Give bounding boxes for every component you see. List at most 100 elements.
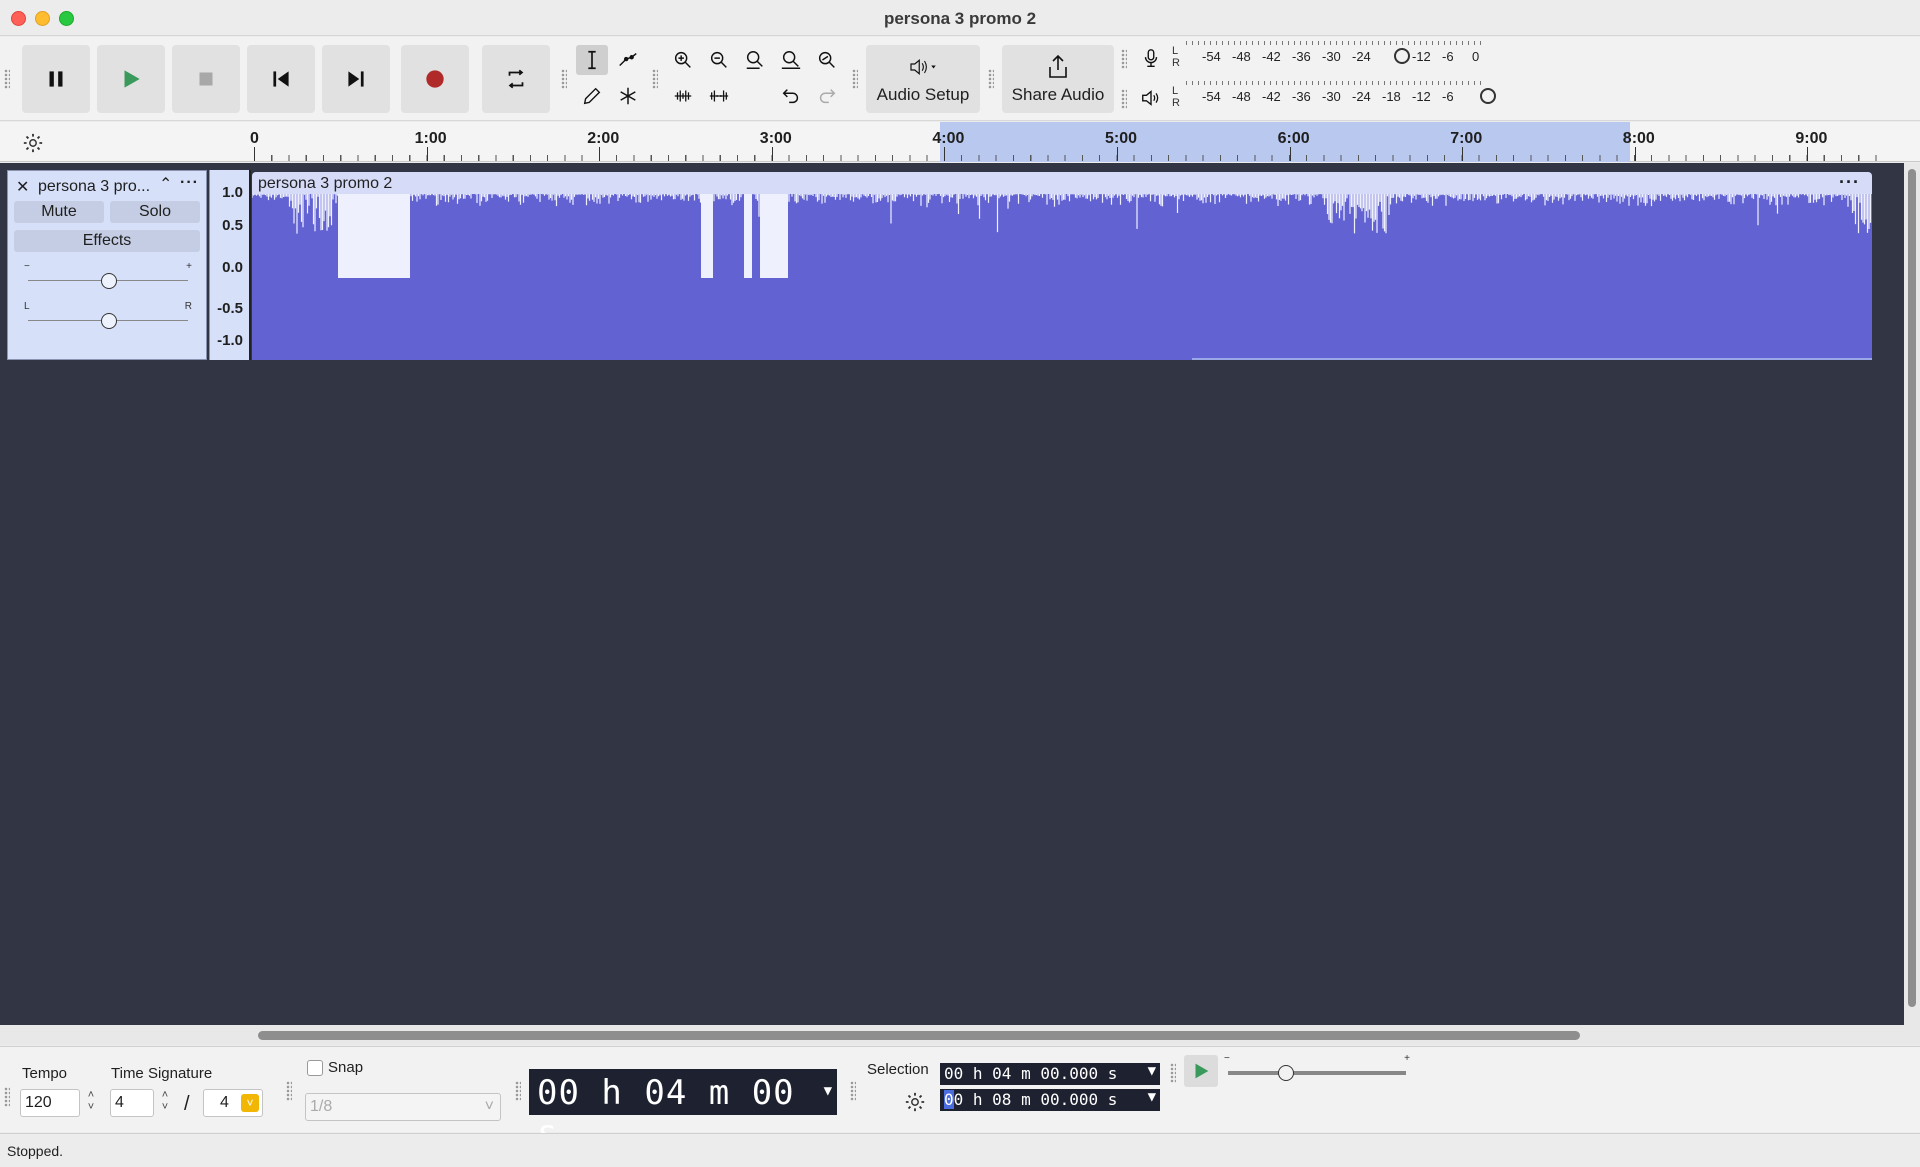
toolbar-grip[interactable] [4, 1087, 10, 1107]
toolbar-grip[interactable] [852, 69, 858, 89]
pause-button[interactable] [22, 45, 90, 113]
draw-tool[interactable] [576, 81, 608, 111]
skip-to-start-button[interactable] [247, 45, 315, 113]
time-display[interactable]: 00 h 04 m 00 s ▼ [529, 1069, 837, 1153]
tempo-field[interactable]: 120 [20, 1089, 80, 1117]
fit-project-button[interactable] [775, 45, 807, 75]
playback-meter[interactable]: LR -54 -48 -42 -36 -30 -24 -18 -12 -6 [1172, 81, 1502, 111]
mute-button[interactable]: Mute [14, 201, 104, 223]
waveform[interactable] [252, 194, 1872, 360]
horizontal-scrollbar[interactable] [0, 1025, 1920, 1045]
trim-audio-button[interactable] [667, 81, 699, 111]
toolbar-grip[interactable] [1121, 89, 1127, 109]
audio-setup-button[interactable]: Audio Setup [866, 45, 980, 113]
tempo-stepper[interactable]: ˄ ˅ [84, 1089, 98, 1117]
selection-tool[interactable] [576, 45, 608, 75]
fit-selection-button[interactable] [739, 45, 771, 75]
vertical-scrollbar[interactable] [1904, 163, 1920, 1025]
skip-to-end-button[interactable] [322, 45, 390, 113]
toolbar-grip[interactable] [1170, 1063, 1176, 1083]
toolbar-grip[interactable] [988, 69, 994, 89]
record-meter[interactable]: LR -54 -48 -42 -36 -30 -24 -12 -6 0 [1172, 41, 1502, 71]
play-at-speed-button[interactable] [1184, 1055, 1218, 1087]
ruler-time-label: 4:00 [932, 130, 965, 147]
speed-knob[interactable] [1278, 1065, 1294, 1081]
numerator-stepper[interactable]: ˄ ˅ [158, 1089, 172, 1117]
vertical-scroll-thumb[interactable] [1908, 169, 1916, 1007]
zoom-out-button[interactable] [703, 45, 735, 75]
envelope-tool[interactable] [612, 45, 644, 75]
playback-level-knob[interactable] [1480, 88, 1496, 104]
redo-button[interactable] [811, 81, 843, 111]
toolbar-grip[interactable] [4, 69, 10, 89]
meter-scale-label: -36 [1292, 89, 1311, 104]
meter-scale-label: -24 [1352, 89, 1371, 104]
meter-scale-label: -30 [1322, 49, 1341, 64]
waveform-gap [338, 194, 410, 278]
zoom-toggle-button[interactable] [811, 45, 843, 75]
toolbar-grip[interactable] [652, 69, 658, 89]
playback-meter-button[interactable] [1138, 83, 1164, 113]
toolbar-grip[interactable] [515, 1081, 521, 1101]
selection-label: Selection [867, 1061, 929, 1078]
pan-slider[interactable]: L R [22, 301, 194, 331]
gain-plus: + [186, 261, 192, 272]
record-icon [426, 70, 444, 88]
solo-button[interactable]: Solo [110, 201, 200, 223]
audio-clip[interactable]: persona 3 promo 2 ··· [252, 172, 1872, 360]
gain-slider[interactable]: − + [22, 261, 194, 291]
pan-left: L [24, 301, 30, 312]
meter-scale-label: -42 [1262, 49, 1281, 64]
gear-icon[interactable] [904, 1091, 926, 1113]
clip-title: persona 3 promo 2 [258, 175, 393, 192]
clip-menu-icon[interactable]: ··· [1839, 172, 1860, 193]
multi-tool[interactable] [612, 81, 644, 111]
timeline-ruler[interactable]: 0 1:00 2:00 3:00 4:00 5:00 6:00 7:00 8:00 9:00 [0, 122, 1920, 162]
time-format-dropdown-icon[interactable]: ▼ [824, 1083, 833, 1099]
effects-button[interactable]: Effects [14, 230, 200, 252]
toolbar-grip[interactable] [561, 69, 567, 89]
zoom-toggle-icon [818, 51, 835, 68]
share-audio-label: Share Audio [1011, 85, 1105, 104]
record-button[interactable] [401, 45, 469, 113]
clip-header[interactable]: persona 3 promo 2 ··· [252, 172, 1872, 194]
ruler-major-tick [1634, 147, 1636, 161]
horizontal-scroll-thumb[interactable] [258, 1031, 1580, 1040]
loop-button[interactable] [482, 45, 550, 113]
track-name[interactable]: persona 3 pro... [38, 178, 150, 196]
play-button[interactable] [97, 45, 165, 113]
gain-knob[interactable] [101, 273, 117, 289]
stop-button[interactable] [172, 45, 240, 113]
zoom-in-button[interactable] [667, 45, 699, 75]
snap-value: 1/8 [310, 1098, 333, 1115]
toolbar-grip[interactable] [850, 1081, 856, 1101]
time-signature-numerator[interactable]: 4 [110, 1089, 154, 1117]
selection-start-field[interactable]: 00 h 04 m 00.000 s ▼ [940, 1063, 1160, 1085]
track-menu-icon[interactable]: ··· [180, 174, 199, 192]
snap-dropdown[interactable]: 1/8 ˅ [305, 1093, 501, 1121]
silence-audio-button[interactable] [703, 81, 735, 111]
selection-end-field[interactable]: 00 h 08 m 00.000 s ▼ [940, 1089, 1160, 1111]
close-track-icon[interactable]: ✕ [16, 177, 29, 197]
silence-icon [709, 90, 729, 102]
snap-checkbox[interactable] [307, 1060, 323, 1076]
undo-button[interactable] [775, 81, 807, 111]
time-signature-denominator[interactable]: 4 ˅ [203, 1089, 263, 1117]
play-speed-slider[interactable]: − + [1222, 1053, 1412, 1083]
record-level-knob[interactable] [1394, 48, 1410, 64]
share-audio-button[interactable]: Share Audio [1002, 45, 1114, 113]
chevron-down-icon[interactable]: ▼ [1148, 1089, 1156, 1105]
amplitude-label: -0.5 [217, 300, 243, 317]
pan-knob[interactable] [101, 313, 117, 329]
collapse-track-icon[interactable]: ⌃ [159, 174, 172, 194]
track-control-panel[interactable]: ✕ persona 3 pro... ⌃ ··· Mute Solo Effec… [7, 170, 207, 360]
chevron-down-icon[interactable]: ▼ [1148, 1063, 1156, 1079]
chevron-down-icon[interactable]: ˅ [241, 1094, 259, 1112]
toolbar-grip[interactable] [1121, 49, 1127, 69]
pause-icon [49, 71, 63, 87]
record-meter-button[interactable] [1138, 43, 1164, 73]
gear-icon[interactable] [22, 132, 44, 154]
toolbar-grip[interactable] [286, 1081, 292, 1101]
meter-scale-label: 0 [1472, 49, 1480, 64]
clip-selection-edge [1192, 358, 1872, 360]
